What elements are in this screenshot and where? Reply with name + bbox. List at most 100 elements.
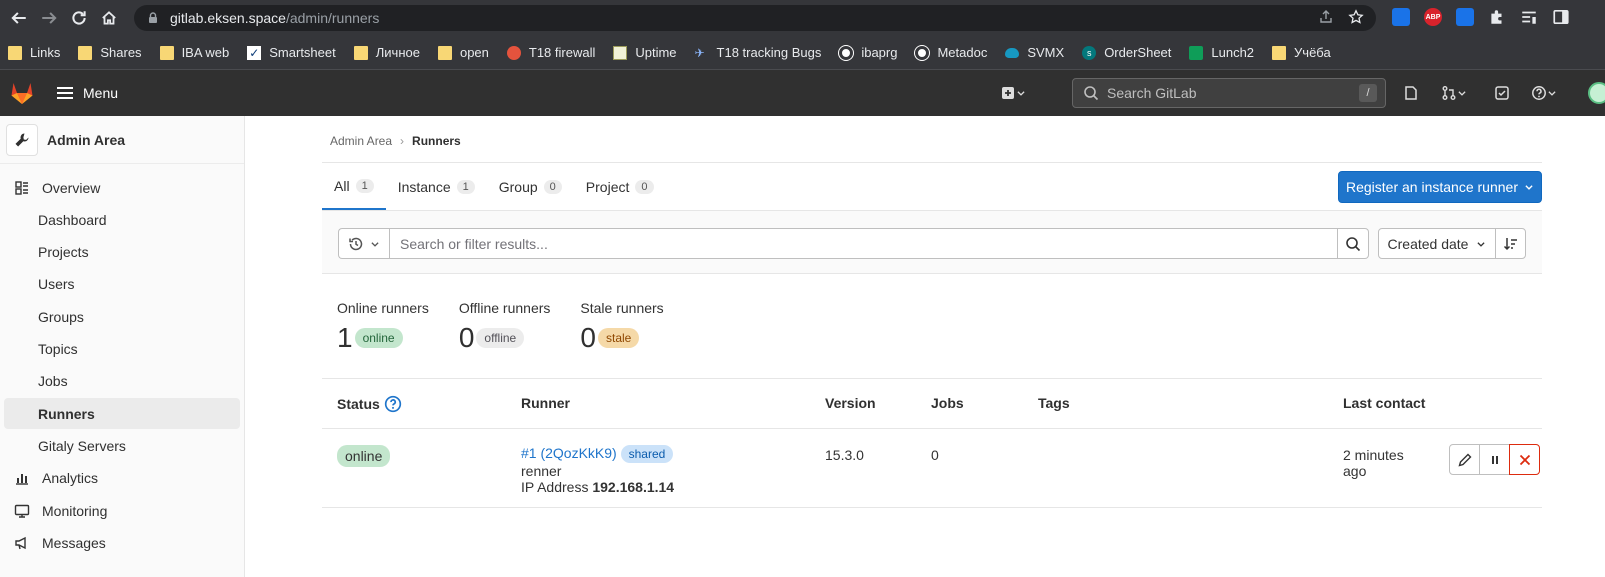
edit-runner-button[interactable] (1449, 444, 1480, 475)
bookmark-item[interactable]: ✓ Smartsheet (247, 41, 336, 65)
sidebar-item-label: Dashboard (38, 211, 107, 228)
bookmark-label: Личное (375, 45, 420, 60)
tab-project[interactable]: Project 0 (574, 164, 666, 210)
bookmark-item[interactable]: ibaprg (839, 41, 897, 65)
global-search[interactable]: Search GitLab / (1072, 78, 1386, 108)
runner-link[interactable]: #1 (2QozKkK9) (521, 445, 617, 461)
bookmark-item[interactable]: Lunch2 (1189, 41, 1254, 65)
bookmark-item[interactable]: Учёба (1272, 41, 1331, 65)
chevron-down-icon (1525, 185, 1533, 190)
user-avatar[interactable] (1588, 82, 1605, 104)
sidebar-item-users[interactable]: Users (4, 269, 240, 300)
bookmark-item[interactable]: Uptime (613, 41, 677, 65)
recent-searches-dropdown[interactable] (338, 228, 389, 259)
tab-all[interactable]: All 1 (322, 164, 386, 210)
bookmark-item[interactable]: s OrderSheet (1082, 41, 1171, 65)
sidebar-item-projects[interactable]: Projects (4, 237, 240, 268)
sidebar-item-analytics[interactable]: Analytics (4, 463, 240, 494)
bookmark-item[interactable]: Metadoc (915, 41, 987, 65)
sidebar-item-label: Monitoring (42, 502, 108, 519)
ip-value: 192.168.1.14 (592, 479, 675, 495)
bookmark-label: Учёба (1294, 45, 1331, 60)
chevron-right-icon: › (400, 134, 405, 148)
sidebar-item-label: Messages (42, 534, 106, 551)
filter-search-input[interactable] (389, 228, 1338, 259)
search-icon (1346, 236, 1361, 251)
forward-icon[interactable] (38, 7, 60, 29)
home-icon[interactable] (98, 7, 120, 29)
address-bar[interactable]: gitlab.eksen.space/admin/runners (134, 5, 1376, 31)
todo-icon[interactable] (1491, 82, 1513, 104)
ip-label: IP Address (521, 479, 589, 495)
adblock-icon[interactable]: ABP (1424, 8, 1442, 26)
sidebar-item-monitoring[interactable]: Monitoring (4, 495, 240, 526)
star-icon[interactable] (1348, 9, 1364, 25)
bookmark-item[interactable]: open (437, 41, 489, 65)
sidebar-item-label: Topics (38, 341, 78, 357)
megaphone-icon (14, 535, 30, 551)
sidebar-item-runners[interactable]: Runners (4, 398, 240, 430)
tab-label: Group (498, 179, 538, 195)
sidebar-item-jobs[interactable]: Jobs (4, 366, 240, 397)
sidebar-context-header[interactable]: Admin Area (0, 116, 244, 164)
bookmark-item[interactable]: SVMX (1005, 41, 1064, 65)
runner-stats: Online runners 1 online Offline runners 0 off… (337, 300, 664, 354)
folder-icon (159, 45, 174, 60)
stat-count: 0 (580, 322, 596, 353)
overview-icon (14, 180, 30, 196)
reload-icon[interactable] (68, 7, 90, 29)
menu-button[interactable]: Menu (57, 85, 118, 101)
share-icon[interactable] (1318, 9, 1334, 25)
runner-description: renner (521, 463, 562, 479)
sidebar-item-dashboard[interactable]: Dashboard (4, 204, 240, 235)
filter-search-button[interactable] (1338, 228, 1369, 259)
tab-count: 0 (635, 180, 654, 194)
divider (322, 378, 1542, 379)
bookmark-item[interactable]: Личное (353, 41, 420, 65)
back-icon[interactable] (8, 7, 30, 29)
tab-instance[interactable]: Instance 1 (386, 164, 487, 210)
tab-group[interactable]: Group 0 (487, 164, 574, 210)
sort-by-dropdown[interactable]: Created date (1378, 228, 1496, 259)
sort-direction-button[interactable] (1495, 228, 1526, 259)
sidebar-item-messages[interactable]: Messages (4, 527, 240, 558)
stat-count: 1 (337, 322, 353, 353)
puzzle-icon[interactable] (1488, 8, 1506, 26)
stat-count: 0 (458, 322, 475, 353)
issues-icon[interactable] (1400, 82, 1422, 104)
question-circle-icon[interactable] (384, 395, 402, 413)
merge-requests-dropdown[interactable] (1435, 82, 1473, 104)
bookmark-item[interactable]: IBA web (159, 41, 229, 65)
delete-runner-button[interactable] (1509, 444, 1540, 475)
bookmark-label: OrderSheet (1104, 45, 1172, 60)
bookmark-item[interactable]: Links (8, 41, 60, 65)
status-badge: stale (597, 328, 640, 348)
pause-runner-button[interactable] (1479, 444, 1510, 475)
sidebar-item-groups[interactable]: Groups (4, 301, 240, 332)
sidebar-item-label: Projects (38, 244, 89, 261)
status-badge: online (354, 328, 403, 348)
shield-extension-icon[interactable] (1456, 8, 1474, 26)
pencil-icon (1457, 453, 1471, 467)
monitor-icon (14, 503, 30, 519)
bookmark-item[interactable]: Shares (78, 41, 142, 65)
bookmark-item[interactable]: T18 firewall (506, 41, 595, 65)
folder-icon (437, 45, 452, 60)
side-panel-icon[interactable] (1552, 8, 1570, 26)
register-runner-button[interactable]: Register an instance runner (1338, 171, 1542, 203)
breadcrumb-runners[interactable]: Runners (412, 134, 461, 148)
sidebar-item-topics[interactable]: Topics (4, 334, 240, 365)
bookmark-item[interactable]: ✈ T18 tracking Bugs (695, 41, 822, 65)
bookmark-label: Shares (100, 45, 142, 60)
col-header-jobs: Jobs (931, 395, 964, 411)
sidebar-item-overview[interactable]: Overview (4, 172, 240, 203)
breadcrumb-admin-area[interactable]: Admin Area (330, 134, 392, 148)
blue-square-extension-icon[interactable] (1392, 8, 1410, 26)
folder-icon (78, 45, 93, 60)
gitlab-logo-icon[interactable] (9, 80, 35, 106)
help-dropdown[interactable] (1525, 82, 1563, 104)
reading-list-icon[interactable] (1520, 8, 1538, 26)
new-item-dropdown[interactable] (994, 82, 1032, 104)
sidebar-item-gitaly-servers[interactable]: Gitaly Servers (4, 430, 240, 461)
bug-icon: ✈ (694, 45, 705, 60)
